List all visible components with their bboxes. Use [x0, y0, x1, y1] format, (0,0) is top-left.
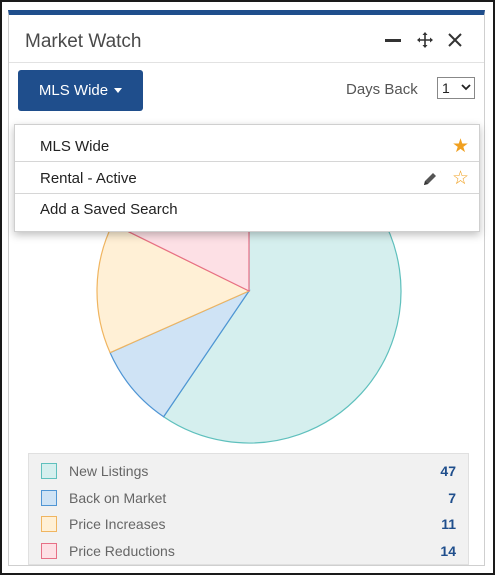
widget-title: Market Watch — [25, 31, 142, 52]
legend-value: 47 — [440, 463, 456, 479]
chevron-down-icon — [461, 80, 471, 97]
legend-label: New Listings — [69, 463, 149, 479]
legend-value: 14 — [440, 543, 456, 559]
days-back-label: Days Back — [346, 81, 418, 98]
menu-item-add-saved-search[interactable]: Add a Saved Search — [15, 194, 479, 225]
star-outline-icon[interactable]: ☆ — [452, 167, 469, 190]
widget-header: Market Watch — [9, 15, 484, 63]
legend-label: Price Increases — [69, 516, 166, 532]
legend-label: Back on Market — [69, 490, 167, 506]
pencil-icon[interactable] — [421, 170, 439, 188]
legend-item-new-listings: New Listings 47 — [29, 458, 468, 484]
legend-swatch — [41, 543, 57, 559]
market-watch-widget: Market Watch MLS Wide Days Back 1 New Li… — [8, 10, 485, 566]
minimize-icon[interactable] — [383, 29, 403, 51]
menu-item-mls-wide[interactable]: MLS Wide ★ — [15, 131, 479, 162]
legend-value: 7 — [448, 490, 456, 506]
days-back-value: 1 — [442, 80, 450, 96]
move-icon[interactable] — [415, 29, 435, 51]
legend-item-price-increases: Price Increases 11 — [29, 511, 468, 537]
legend-swatch — [41, 516, 57, 532]
toolbar: MLS Wide Days Back 1 — [9, 63, 484, 121]
menu-item-label: Rental - Active — [40, 169, 137, 187]
chart-legend: New Listings 47 Back on Market 7 Price I… — [28, 453, 469, 565]
legend-value: 11 — [441, 516, 456, 532]
saved-search-menu: MLS Wide ★ Rental - Active ☆ Add a Saved… — [14, 124, 480, 232]
menu-item-rental-active[interactable]: Rental - Active ☆ — [15, 163, 479, 194]
menu-item-label: Add a Saved Search — [40, 201, 178, 218]
menu-item-label: MLS Wide — [40, 137, 110, 155]
star-filled-icon[interactable]: ★ — [452, 135, 469, 158]
saved-search-button-label: MLS Wide — [38, 82, 109, 99]
caret-down-icon — [114, 88, 123, 93]
legend-item-price-reductions: Price Reductions 14 — [29, 538, 468, 564]
legend-item-back-on-market: Back on Market 7 — [29, 485, 468, 511]
saved-search-dropdown-button[interactable]: MLS Wide — [18, 70, 143, 111]
legend-swatch — [41, 463, 57, 479]
legend-label: Price Reductions — [69, 543, 175, 559]
legend-swatch — [41, 490, 57, 506]
days-back-select[interactable]: 1 — [437, 77, 475, 99]
close-icon[interactable] — [445, 29, 465, 51]
